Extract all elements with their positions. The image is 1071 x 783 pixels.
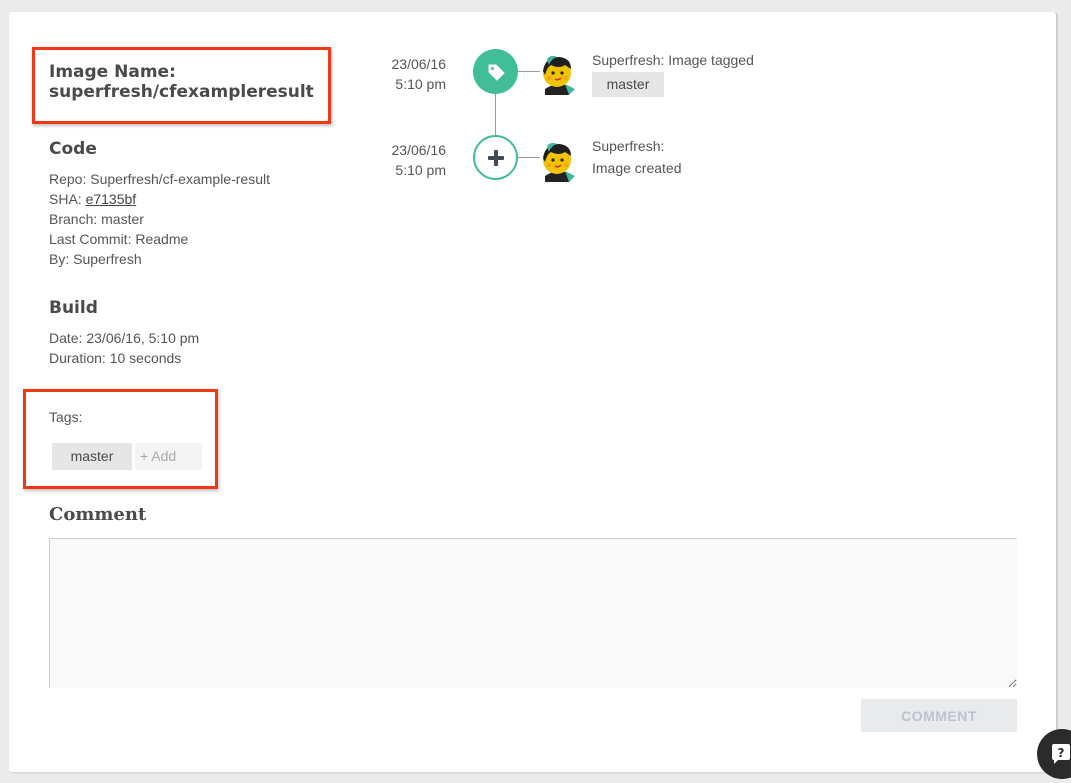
image-name: Image Name: superfresh/cfexampleresult (49, 62, 314, 102)
sha-link[interactable]: e7135bf (86, 191, 137, 207)
comment-title: Comment (49, 504, 147, 525)
by-label: By: (49, 251, 70, 267)
sha-label: SHA: (49, 191, 82, 207)
last-commit-value: Readme (135, 231, 189, 247)
plus-icon (487, 149, 504, 166)
timeline-entry-2-time: 5:10 pm (395, 162, 446, 178)
timeline-entry-2-line1: Superfresh: (592, 138, 665, 154)
comment-input[interactable] (49, 538, 1017, 688)
timeline-entry-1-date: 23/06/16 (391, 56, 447, 72)
add-tag-button[interactable]: + Add (135, 443, 202, 470)
timeline-entry-1-tag: master (592, 72, 664, 97)
repo-label: Repo: (49, 171, 87, 187)
branch-value: master (101, 211, 144, 227)
build-section-title: Build (49, 298, 98, 318)
timeline-entry-1-time: 5:10 pm (395, 76, 446, 92)
tags-highlight (23, 389, 218, 489)
build-duration-value: 10 seconds (109, 350, 182, 366)
timeline-connector (495, 93, 496, 139)
help-chat-icon: ? (1052, 744, 1070, 764)
timeline-entry-1-text: Superfresh: Image tagged (592, 52, 754, 68)
tag-chip-master[interactable]: master (52, 443, 132, 470)
build-duration-label: Duration: (49, 350, 106, 366)
sha-line: SHA: e7135bf (49, 189, 136, 209)
user-avatar (543, 142, 575, 182)
build-duration-line: Duration: 10 seconds (49, 348, 181, 368)
last-commit-line: Last Commit: Readme (49, 229, 188, 249)
build-date-line: Date: 23/06/16, 5:10 pm (49, 328, 199, 348)
repo-value: Superfresh/cf-example-result (90, 171, 270, 187)
by-line: By: Superfresh (49, 249, 142, 269)
image-name-label: Image Name: (49, 62, 176, 82)
timeline-entry-2-datetime: 23/06/16 5:10 pm (370, 140, 447, 180)
user-avatar (543, 55, 575, 95)
last-commit-label: Last Commit: (49, 231, 132, 247)
timeline-entry-2-date: 23/06/16 (391, 142, 447, 158)
comment-button[interactable]: COMMENT (861, 699, 1017, 732)
branch-label: Branch: (49, 211, 98, 227)
build-date-value: 23/06/16, 5:10 pm (86, 330, 200, 346)
branch-line: Branch: master (49, 209, 144, 229)
image-name-value: superfresh/cfexampleresult (49, 82, 314, 102)
svg-text:?: ? (1058, 746, 1065, 760)
timeline-entry-2-line2: Image created (592, 160, 682, 176)
by-value: Superfresh (73, 251, 142, 267)
timeline-node-created (473, 135, 518, 180)
tags-label: Tags: (49, 409, 83, 425)
code-section-title: Code (49, 139, 97, 159)
timeline-node-tagged (473, 49, 518, 94)
tag-icon (488, 64, 504, 80)
timeline-entry-2-text: Superfresh: Image created (592, 135, 682, 179)
timeline-entry-1-datetime: 23/06/16 5:10 pm (370, 54, 447, 94)
build-date-label: Date: (49, 330, 83, 346)
repo-line: Repo: Superfresh/cf-example-result (49, 169, 270, 189)
